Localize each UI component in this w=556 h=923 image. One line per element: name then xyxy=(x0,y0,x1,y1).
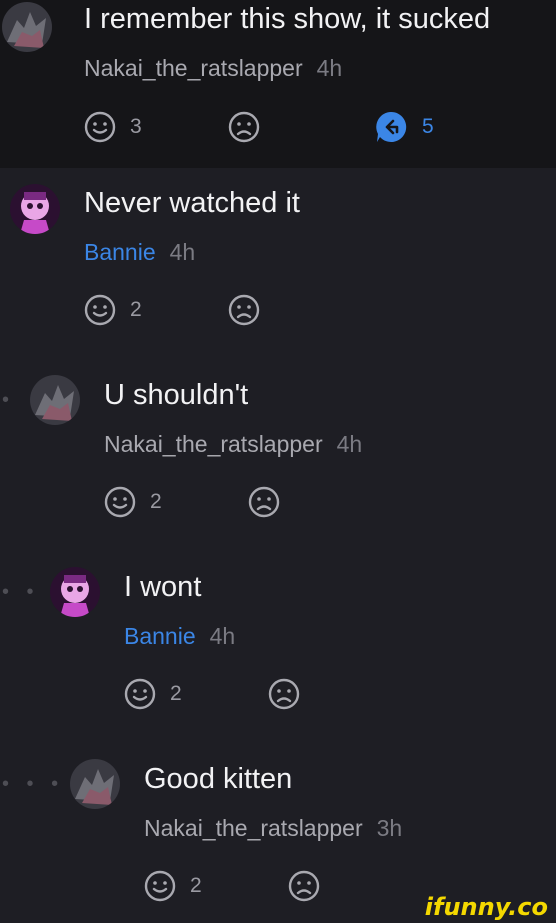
comment-meta: Bannie 4h xyxy=(84,239,195,266)
comment-time: 4h xyxy=(336,431,363,457)
comment-text: Never watched it xyxy=(84,187,300,219)
user-avatar[interactable] xyxy=(70,759,120,809)
dragon-avatar-icon xyxy=(70,759,120,809)
like-count: 2 xyxy=(170,682,182,705)
dislike-button[interactable] xyxy=(268,676,300,712)
like-button[interactable]: 2 xyxy=(104,484,162,520)
reply-icon xyxy=(376,111,407,142)
comment-text: U shouldn't xyxy=(104,379,249,411)
comment-actions: 2 xyxy=(124,676,324,712)
dislike-button[interactable] xyxy=(228,292,260,328)
frown-icon xyxy=(228,111,260,143)
thread-indent-dots: • • • xyxy=(2,773,65,795)
user-avatar[interactable] xyxy=(50,567,100,617)
frown-icon xyxy=(288,870,320,902)
user-avatar[interactable] xyxy=(10,184,60,234)
comment-author[interactable]: Nakai_the_ratslapper xyxy=(84,55,303,81)
like-count: 2 xyxy=(150,490,162,513)
comment-actions: 3 5 xyxy=(84,109,464,145)
smile-icon xyxy=(144,870,176,902)
like-button[interactable]: 2 xyxy=(144,868,202,904)
like-count: 3 xyxy=(130,115,142,138)
like-count: 2 xyxy=(130,298,142,321)
comment-text: I remember this show, it sucked xyxy=(84,3,491,35)
reply-count: 5 xyxy=(422,115,434,138)
comment-actions: 2 xyxy=(84,292,284,328)
comment-meta: Nakai_the_ratslapper 3h xyxy=(144,815,402,842)
comment-meta: Bannie 4h xyxy=(124,623,235,650)
comment-meta: Nakai_the_ratslapper 4h xyxy=(104,431,362,458)
ifunny-watermark: ifunny.co xyxy=(424,893,548,921)
smile-icon xyxy=(104,486,136,518)
frown-icon xyxy=(228,294,260,326)
comment-actions: 2 xyxy=(104,484,304,520)
smile-icon xyxy=(84,111,116,143)
comment-time: 4h xyxy=(209,623,236,649)
dragon-avatar-icon xyxy=(2,2,52,52)
comment-author[interactable]: Bannie xyxy=(84,239,156,265)
thread-indent-dots: • • xyxy=(2,581,40,603)
comment-time: 3h xyxy=(376,815,403,841)
dragon-avatar-icon xyxy=(30,375,80,425)
frown-icon xyxy=(248,486,280,518)
purple-character-avatar-icon xyxy=(50,567,100,617)
reply-button[interactable]: 5 xyxy=(374,109,434,145)
like-button[interactable]: 2 xyxy=(124,676,182,712)
comment-author[interactable]: Nakai_the_ratslapper xyxy=(144,815,363,841)
comment-time: 4h xyxy=(316,55,343,81)
user-avatar[interactable] xyxy=(2,2,52,52)
like-button[interactable]: 2 xyxy=(84,292,142,328)
dislike-button[interactable] xyxy=(288,868,320,904)
comment-author[interactable]: Bannie xyxy=(124,623,196,649)
thread-indent-dots: • xyxy=(2,389,16,411)
like-count: 2 xyxy=(190,874,202,897)
comment-meta: Nakai_the_ratslapper 4h xyxy=(84,55,342,82)
comment-time: 4h xyxy=(169,239,196,265)
comment-text: Good kitten xyxy=(144,763,293,795)
dislike-button[interactable] xyxy=(228,109,260,145)
smile-icon xyxy=(124,678,156,710)
user-avatar[interactable] xyxy=(30,375,80,425)
dislike-button[interactable] xyxy=(248,484,280,520)
frown-icon xyxy=(268,678,300,710)
comment-text: I wont xyxy=(124,571,202,603)
comment-author[interactable]: Nakai_the_ratslapper xyxy=(104,431,323,457)
purple-character-avatar-icon xyxy=(10,184,60,234)
comment-actions: 2 xyxy=(144,868,344,904)
smile-icon xyxy=(84,294,116,326)
like-button[interactable]: 3 xyxy=(84,109,142,145)
